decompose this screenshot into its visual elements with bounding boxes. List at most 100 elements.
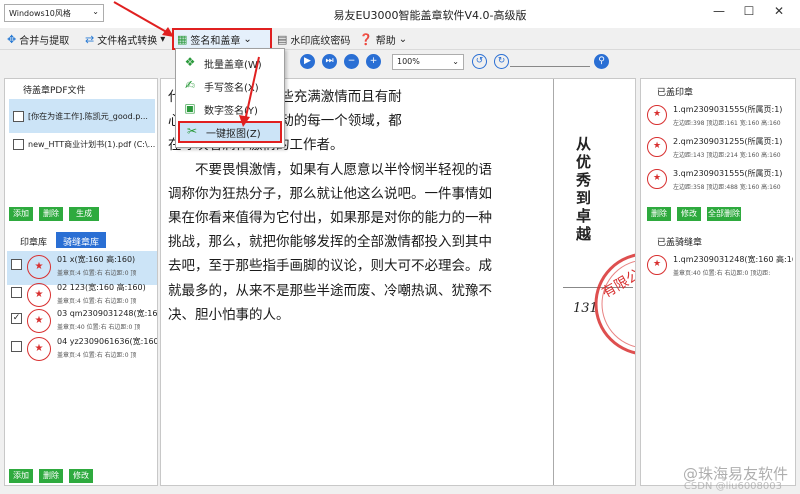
tab-riding-seal-library[interactable]: 骑缝章库 — [56, 232, 107, 248]
text-line: 决、胆小怕事的人。 — [168, 306, 290, 323]
theme-select[interactable]: Windows10风格 ⌄ — [4, 4, 104, 22]
rotate-right-button[interactable]: ↻ — [494, 54, 509, 69]
seal-info: 盖章页:40 位置:右 右边距:0 顶 — [57, 324, 141, 331]
delete-seal-button[interactable]: 删除 — [39, 469, 63, 483]
help-label: 帮助 — [375, 35, 396, 47]
file-name: new_HTT商业计划书(1).pdf (C:\... — [28, 139, 155, 149]
watermark-subtext: CSDN @liu6008003 — [683, 481, 782, 492]
stamped-seal-info: 左边距:358 顶边距:488 宽:160 高:160 — [673, 184, 781, 191]
text-line: 去吧，至于那些指手画脚的议论，则大可不必理会。成 — [168, 258, 492, 275]
text-line: 不要畏惧激情，如果有人愿意以半怜悯半轻视的语 — [195, 161, 492, 178]
text-line: 调称你为狂热分子，那么就让他这么说吧。一件事情如 — [168, 185, 492, 202]
minimize-button[interactable]: — — [708, 4, 730, 22]
zoom-out-button[interactable]: − — [344, 54, 359, 69]
delete-all-button[interactable]: 全部删除 — [707, 207, 741, 221]
company-seal-stamp: 有限公司 — [594, 253, 636, 355]
merge-extract-button[interactable]: ✥ 合并与提取 — [4, 30, 72, 48]
batch-seal-icon: ❖ — [184, 55, 196, 69]
sign-seal-button[interactable]: ▦ 签名和盖章 ⌄ — [172, 28, 272, 50]
chevron-down-icon: ⌄ — [243, 33, 252, 45]
seal-lettering: 有限公司 — [599, 260, 636, 302]
stamped-seal-item[interactable]: ★ 3.qm2309031555(所属页:1) 左边距:358 顶边距:488 … — [645, 165, 793, 195]
sign-seal-menu: ❖ 批量盖章(W) ✍ 手写签名(X) ▣ 数字签名(Y) ✂ 一键抠图(Z) — [175, 48, 285, 148]
watermark-password-button[interactable]: ▤ 水印底纹密码 — [274, 30, 353, 48]
stamped-seal-item[interactable]: ★ 2.qm2309031255(所属页:1) 左边距:143 顶边距:214 … — [645, 133, 793, 163]
text-line: 果在你看来值得为它付出，如果那是对你的能力的一种 — [168, 210, 492, 227]
stamped-seal-info: 左边距:143 顶边距:214 宽:160 高:160 — [673, 152, 781, 159]
text-line: 就最多的，从来不是那些半途而废、冷嘲热讽、犹豫不 — [168, 282, 492, 299]
scissors-icon: ✂ — [186, 124, 198, 138]
file-row[interactable]: [你在为谁工作].陈凯元_good.p... — [9, 99, 155, 133]
seal-thumbnail-icon: ★ — [27, 309, 51, 333]
seal-info: 盖章页:4 位置:右 右边距:0 顶 — [57, 352, 137, 359]
last-page-button[interactable]: ⏭ — [322, 54, 337, 69]
file-name: [你在为谁工作].陈凯元_good.p... — [28, 111, 148, 121]
file-row[interactable]: new_HTT商业计划书(1).pdf (C:\... — [9, 133, 155, 155]
maximize-button[interactable]: ☐ — [738, 4, 760, 22]
pen-icon: ✍ — [184, 78, 196, 92]
riding-seal-name: 1.qm2309031248(宽:160 高:160) — [673, 255, 793, 264]
seal-thumbnail-icon: ★ — [27, 255, 51, 279]
annotation-arrow — [239, 56, 260, 127]
help-button[interactable]: ❓ 帮助 ⌄ — [356, 30, 410, 48]
seal-checkbox[interactable] — [11, 341, 22, 352]
seal-name: 02 123(宽:160 高:160) — [57, 283, 146, 292]
watermark-label: 水印底纹密码 — [290, 35, 351, 47]
seal-list-item[interactable]: ★ 04 yz2309061636(宽:160 ... 盖章页:4 位置:右 右… — [7, 333, 157, 367]
file-checkbox[interactable] — [13, 110, 24, 122]
rotate-left-button[interactable]: ↺ — [472, 54, 487, 69]
seal-checkbox[interactable]: ✓ — [11, 313, 22, 324]
seal-thumbnail-icon: ★ — [27, 337, 51, 361]
file-checkbox[interactable] — [13, 138, 24, 150]
chevron-down-icon: ⌄ — [92, 7, 99, 16]
close-button[interactable]: ✕ — [768, 4, 790, 22]
page-margin-divider — [553, 79, 554, 485]
seal-name: 04 yz2309061636(宽:160 ... — [57, 337, 157, 346]
riding-seals-title: 已盖骑缝章 — [657, 238, 703, 248]
seal-name: 01 x(宽:160 高:160) — [57, 255, 136, 264]
merge-label: 合并与提取 — [19, 35, 70, 47]
pending-files-title: 待盖章PDF文件 — [23, 86, 86, 96]
seal-name: 03 qm2309031248(宽:160 ... — [57, 309, 157, 318]
menu-item-batch-seal[interactable]: ❖ 批量盖章(W) — [178, 52, 282, 74]
annotation-arrow — [113, 1, 174, 37]
zoom-select[interactable]: 100% ⌄ — [392, 54, 464, 70]
delete-stamped-button[interactable]: 删除 — [647, 207, 671, 221]
seal-checkbox[interactable] — [11, 287, 22, 298]
menu-item-digital-signature[interactable]: ▣ 数字签名(Y) — [178, 98, 282, 120]
seal-checkbox[interactable] — [11, 259, 22, 270]
menu-item-handwritten-signature[interactable]: ✍ 手写签名(X) — [178, 75, 282, 97]
add-seal-button[interactable]: 添加 — [9, 469, 33, 483]
theme-select-value: Windows10风格 — [9, 9, 71, 18]
right-panel: 已盖印章 ★ 1.qm2309031555(所属页:1) 左边距:398 顶边距… — [640, 78, 796, 486]
zoom-value: 100% — [397, 57, 420, 66]
seal-thumbnail-icon: ★ — [647, 169, 667, 189]
next-page-button[interactable]: ▶ — [300, 54, 315, 69]
app-title: 易友EU3000智能盖章软件V4.0-高级版 — [333, 9, 527, 22]
seal-library-tabs: 印章库 骑缝章库 — [13, 232, 107, 248]
delete-file-button[interactable]: 删除 — [39, 207, 63, 221]
seal-info: 盖章页:4 位置:右 右边距:0 顶 — [57, 270, 137, 277]
zoom-in-button[interactable]: + — [366, 54, 381, 69]
menu-item-one-click-cutout[interactable]: ✂ 一键抠图(Z) — [178, 121, 282, 143]
convert-icon: ⇄ — [85, 32, 95, 46]
chevron-down-icon: ⌄ — [398, 33, 408, 45]
page-search-input[interactable] — [510, 66, 590, 67]
search-button[interactable]: ⚲ — [594, 54, 609, 69]
stamped-seal-name: 2.qm2309031255(所属页:1) — [673, 137, 783, 146]
riding-seal-item[interactable]: ★ 1.qm2309031248(宽:160 高:160) 盖章页:40 位置:… — [645, 251, 793, 281]
stamped-seal-name: 1.qm2309031555(所属页:1) — [673, 105, 783, 114]
certificate-icon: ▣ — [184, 101, 196, 115]
text-line: 挑战，那么，就把你能够发挥的全部激情都投入到其中 — [168, 234, 492, 251]
left-panel: 待盖章PDF文件 [你在为谁工作].陈凯元_good.p... new_HTT商… — [4, 78, 158, 486]
modify-stamped-button[interactable]: 修改 — [677, 207, 701, 221]
generate-button[interactable]: 生成 — [69, 207, 99, 221]
stamped-seal-item[interactable]: ★ 1.qm2309031555(所属页:1) 左边距:398 顶边距:161 … — [645, 101, 793, 131]
modify-seal-button[interactable]: 修改 — [69, 469, 93, 483]
help-icon: ❓ — [359, 32, 373, 46]
seal-info: 盖章页:4 位置:右 右边距:0 顶 — [57, 298, 137, 305]
seal-thumbnail-icon: ★ — [647, 137, 667, 157]
tab-seal-library[interactable]: 印章库 — [13, 232, 54, 248]
add-file-button[interactable]: 添加 — [9, 207, 33, 221]
document-icon: ▤ — [277, 32, 288, 46]
